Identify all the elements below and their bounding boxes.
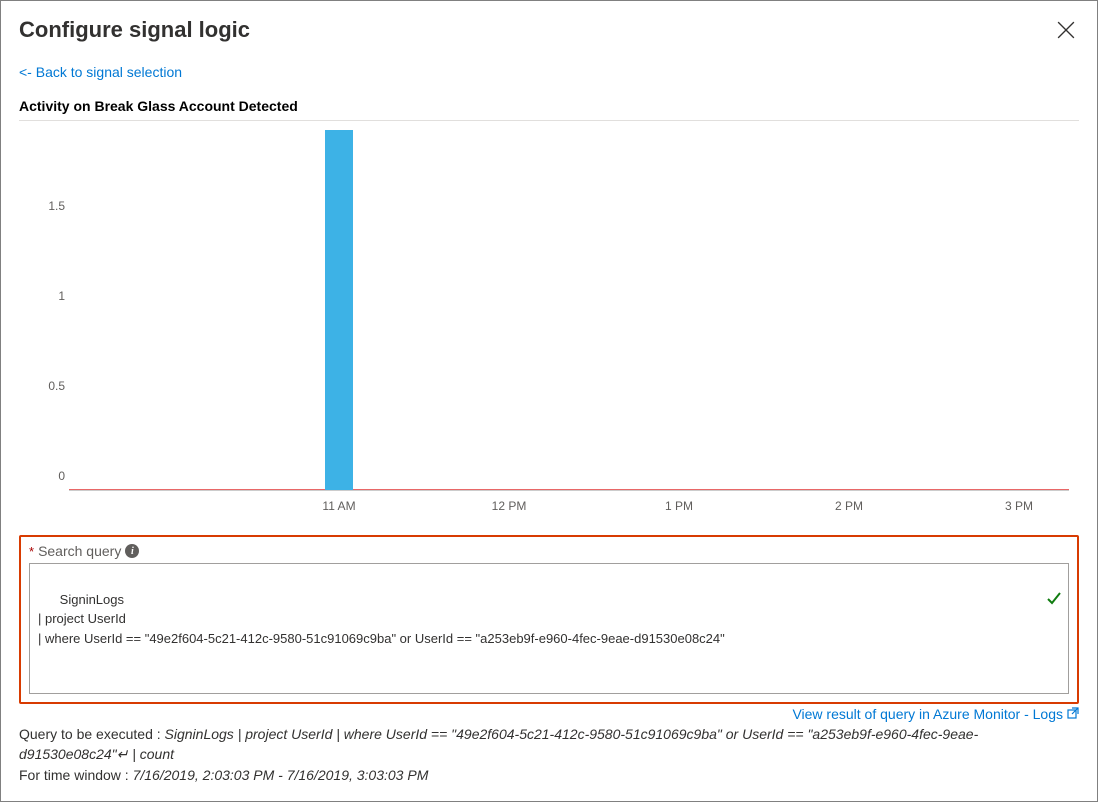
y-tick-label: 0: [29, 469, 65, 483]
x-tick-label: 12 PM: [492, 499, 527, 513]
y-tick-label: 2: [29, 121, 65, 123]
time-window-value: 7/16/2019, 2:03:03 PM - 7/16/2019, 3:03:…: [133, 767, 429, 783]
required-marker: *: [29, 544, 34, 559]
valid-checkmark-icon: [1017, 570, 1062, 631]
panel-header: Configure signal logic: [19, 17, 1079, 46]
close-icon: [1057, 27, 1075, 42]
chart-title: Activity on Break Glass Account Detected: [19, 98, 1079, 114]
y-tick-label: 1.5: [29, 199, 65, 213]
y-tick-label: 1: [29, 289, 65, 303]
y-tick-label: 0.5: [29, 379, 65, 393]
search-query-section: * Search query i SigninLogs | project Us…: [19, 535, 1079, 704]
search-query-label: Search query: [38, 543, 121, 559]
search-query-text: SigninLogs | project UserId | where User…: [38, 592, 725, 646]
x-tick-label: 1 PM: [665, 499, 693, 513]
x-tick-label: 11 AM: [322, 499, 355, 513]
executed-query-label: Query to be executed :: [19, 726, 165, 742]
configure-signal-logic-panel: Configure signal logic <- Back to signal…: [1, 1, 1097, 801]
x-tick-label: 3 PM: [1005, 499, 1033, 513]
close-button[interactable]: [1053, 17, 1079, 46]
view-result-link[interactable]: View result of query in Azure Monitor - …: [792, 706, 1079, 722]
time-window-label: For time window :: [19, 767, 133, 783]
time-window-text: For time window : 7/16/2019, 2:03:03 PM …: [19, 767, 1079, 783]
chart-bar: [325, 130, 353, 490]
view-result-row: View result of query in Azure Monitor - …: [19, 706, 1079, 722]
chart-baseline: [69, 489, 1069, 490]
chart-area: 00.511.52 11 AM12 PM1 PM2 PM3 PM: [19, 121, 1079, 531]
info-icon[interactable]: i: [125, 544, 139, 558]
panel-title: Configure signal logic: [19, 17, 250, 43]
external-link-icon: [1067, 706, 1079, 722]
view-result-label: View result of query in Azure Monitor - …: [792, 706, 1063, 722]
search-query-label-row: * Search query i: [29, 543, 1069, 559]
search-query-input[interactable]: SigninLogs | project UserId | where User…: [29, 563, 1069, 694]
back-to-signal-selection-link[interactable]: <- Back to signal selection: [19, 64, 182, 80]
x-tick-label: 2 PM: [835, 499, 863, 513]
chart-plot: 00.511.52: [69, 131, 1069, 491]
executed-query-text: Query to be executed : SigninLogs | proj…: [19, 724, 1079, 765]
chart-x-axis: 11 AM 12 PM 1 PM 2 PM 3 PM: [69, 499, 1069, 523]
